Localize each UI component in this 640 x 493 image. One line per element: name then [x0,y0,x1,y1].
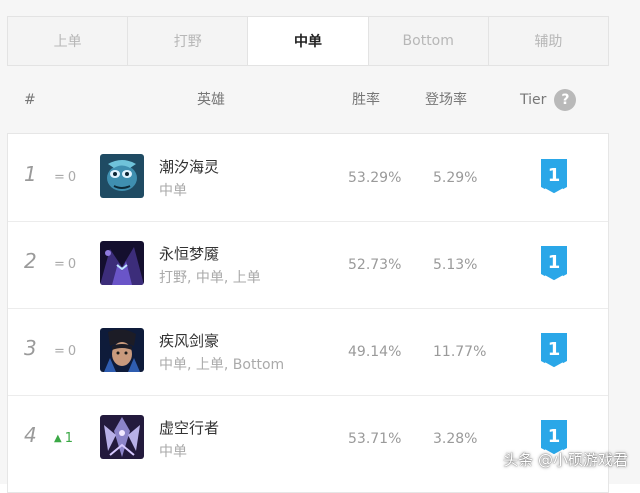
rank-number: 1 [24,162,37,186]
tier-badge: 1 [538,156,570,196]
hero-name[interactable]: 潮汐海灵 [159,156,219,177]
win-rate-value: 52.73% [348,257,402,273]
trend-up-icon: ▲ [54,433,62,444]
watermark: 头条 @小硕游戏君 [503,451,628,469]
tab-top[interactable]: 上单 [8,17,129,65]
lane-tabs: 上单 打野 中单 Bottom 辅助 [7,16,609,66]
tier-badge: 1 [538,330,570,370]
win-rate-value: 53.71% [348,431,402,447]
win-rate-value: 53.29% [348,170,402,186]
header-tier-label: Tier [520,92,547,108]
hero-positions: 中单 [159,183,187,199]
rank-trend: = 0 [54,257,76,272]
hero-name[interactable]: 疾风剑豪 [159,330,219,351]
trend-value: 0 [67,344,77,359]
rank-number: 2 [24,249,37,273]
tier-badge-icon: 1 [541,159,567,195]
header-win-rate[interactable]: 胜率 [352,80,380,120]
rank-trend: = 0 [54,170,76,185]
fizz-portrait-icon [100,154,144,198]
tab-mid[interactable]: 中单 [248,17,369,65]
hero-avatar-nocturne[interactable] [100,241,144,285]
trend-value: 0 [67,170,77,185]
trend-value: 0 [67,257,77,272]
tier-label: 1 [548,426,561,447]
header-hero[interactable]: 英雄 [197,80,225,120]
rank-number: 4 [24,423,37,447]
pick-rate-value: 11.77% [433,344,487,360]
help-icon[interactable]: ? [554,89,577,111]
trend-same-icon: = [54,170,65,185]
hero-name[interactable]: 虚空行者 [159,417,219,438]
hero-positions: 中单 [159,444,187,460]
trend-same-icon: = [54,257,65,272]
yasuo-portrait-icon [100,328,144,372]
table-row[interactable]: 3 = 0 疾风剑豪 中单, 上单, Bottom 49.14% 11.77% [8,308,608,396]
kassadin-portrait-icon [100,415,144,459]
tier-badge-icon: 1 [541,333,567,369]
rank-trend: ▲ 1 [54,431,73,446]
tier-label: 1 [548,165,561,186]
header-pick-rate[interactable]: 登场率 [425,80,467,120]
header-rank[interactable]: # [24,80,36,120]
hero-table: 1 = 0 潮汐海灵 中单 53.29% 5.29% 1 2 = 0 永恒梦魇 … [7,133,609,493]
tab-support[interactable]: 辅助 [489,17,608,65]
tier-label: 1 [548,339,561,360]
rank-trend: = 0 [54,344,76,359]
pick-rate-value: 5.13% [433,257,478,273]
hero-avatar-kassadin[interactable] [100,415,144,459]
nocturne-portrait-icon [100,241,144,285]
tier-badge-icon: 1 [541,246,567,282]
header-tier[interactable]: Tier ? [520,80,577,120]
pick-rate-value: 5.29% [433,170,478,186]
pick-rate-value: 3.28% [433,431,478,447]
tab-bottom[interactable]: Bottom [369,17,489,65]
trend-same-icon: = [54,344,65,359]
hero-positions: 打野, 中单, 上单 [159,270,261,286]
trend-value: 1 [64,431,73,446]
hero-name[interactable]: 永恒梦魇 [159,243,219,264]
tier-label: 1 [548,252,561,273]
tier-badge: 1 [538,243,570,283]
win-rate-value: 49.14% [348,344,402,360]
table-row[interactable]: 1 = 0 潮汐海灵 中单 53.29% 5.29% 1 [8,134,608,222]
table-row[interactable]: 2 = 0 永恒梦魇 打野, 中单, 上单 52.73% 5.13% 1 [8,221,608,309]
table-header: # 英雄 胜率 登场率 Tier ? [7,80,609,120]
hero-avatar-fizz[interactable] [100,154,144,198]
tab-jungle[interactable]: 打野 [128,17,249,65]
hero-avatar-yasuo[interactable] [100,328,144,372]
rank-number: 3 [24,336,37,360]
hero-positions: 中单, 上单, Bottom [159,357,285,373]
